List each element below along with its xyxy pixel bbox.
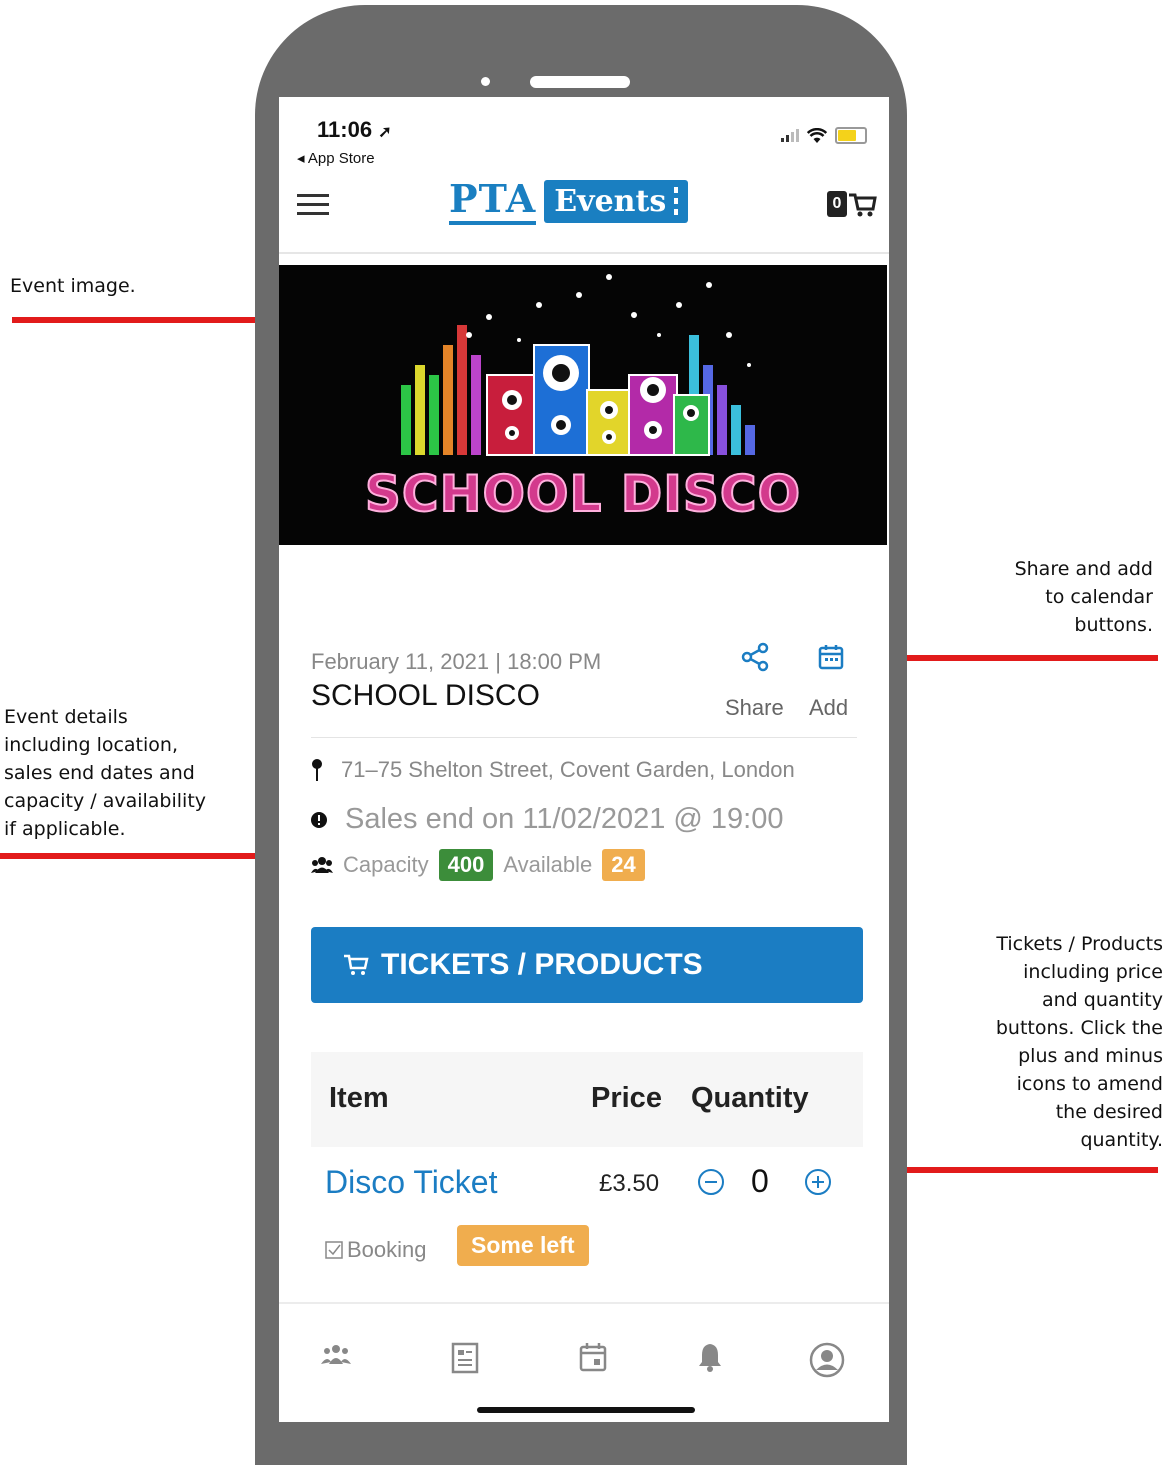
annotation-line: if applicable. [4,818,126,840]
bell-icon[interactable] [697,1342,723,1372]
availability-badge: Some left [457,1225,589,1266]
annotation-line: sales end dates and [4,762,195,784]
annotation-line: icons to amend [1016,1073,1163,1095]
speaker-bar [530,76,630,88]
annotation-line: capacity / availability [4,790,207,812]
annotation-line: the desired [1055,1101,1163,1123]
quantity-value: 0 [751,1163,769,1199]
map-pin-icon [312,759,322,781]
back-triangle-icon: ◂ [297,150,305,167]
event-date: February 11, 2021 | 18:00 PM [311,649,602,674]
event-image-title: SCHOOL DISCO [364,464,802,524]
app-logo: PTA Events [449,177,689,225]
capacity-badge: 400 [438,849,494,881]
annotation-line: Event details [4,706,128,728]
annotation-line: plus and minus [1018,1045,1163,1067]
logo-pta-text: PTA [449,177,537,225]
annotation-line: Tickets / Products [996,933,1163,955]
column-header-price: Price [591,1082,662,1114]
annotation-line: to calendar [1045,586,1153,608]
document-icon[interactable] [451,1342,479,1374]
signal-icon [781,129,799,142]
event-location: 71–75 Shelton Street, Covent Garden, Lon… [311,757,795,783]
logo-events-ticket: Events [544,179,689,223]
cart-icon [344,954,369,975]
location-text: 71–75 Shelton Street, Covent Garden, Lon… [341,757,795,782]
column-header-item: Item [329,1082,389,1114]
annotation-line: including price [1023,961,1163,983]
header-divider [279,252,889,254]
wifi-icon [807,127,827,143]
status-time-text: 11:06 [317,117,373,142]
ticket-perforation [674,187,679,215]
available-badge: 24 [602,849,645,881]
arrow-tickets [866,1157,1158,1183]
annotation-event-image: Event image. [10,275,136,297]
annotation-line: buttons. Click the [995,1017,1163,1039]
sales-end-text: Sales end on 11/02/2021 @ 19:00 [345,803,784,835]
tickets-products-label: TICKETS / PRODUCTS [381,948,703,981]
cart-count-badge: 0 [827,191,847,217]
details-divider [311,737,857,738]
share-button-label[interactable]: Share [725,695,784,721]
tickets-table-header: Item Price Quantity [311,1052,863,1147]
booking-status: Booking [325,1237,427,1263]
users-icon [311,857,333,873]
cart-button[interactable]: 0 [827,189,877,219]
annotation-line: buttons. [1074,614,1153,636]
location-arrow-icon: ➚ [378,124,392,141]
arrow-event-details [0,843,294,869]
ticket-name-link[interactable]: Disco Ticket [325,1164,497,1201]
cart-icon [849,193,877,217]
plus-circle-icon[interactable] [803,1167,833,1197]
column-header-quantity: Quantity [691,1082,809,1114]
annotation-tickets: Tickets / Products including price and q… [930,930,1163,1154]
camera-dot [481,77,490,86]
community-icon[interactable] [321,1342,351,1366]
share-icon[interactable] [741,642,771,672]
add-button-label[interactable]: Add [809,695,848,721]
back-label: App Store [307,150,375,167]
ticket-price: £3.50 [599,1170,660,1197]
capacity-row: Capacity 400 Available 24 [311,849,645,881]
minus-circle-icon[interactable] [696,1167,726,1197]
event-image[interactable]: SCHOOL DISCO [279,265,887,545]
sales-end: Sales end on 11/02/2021 @ 19:00 [311,803,783,836]
annotation-line: and quantity [1042,989,1163,1011]
calendar-icon[interactable] [579,1342,607,1372]
alert-icon [311,811,327,828]
back-to-app-store[interactable]: ◂ App Store [297,149,375,167]
tickets-products-button[interactable]: TICKETS / PRODUCTS [311,927,863,1003]
add-to-calendar-icon[interactable] [817,643,845,671]
annotation-share-add: Share and add to calendar buttons. [940,555,1153,639]
arrow-share-add [870,645,1158,671]
annotation-line: quantity. [1080,1129,1163,1151]
checkbox-icon [325,1241,343,1259]
hamburger-menu-icon[interactable] [297,194,329,216]
logo-events-text: Events [554,183,667,219]
phone-frame: 11:06 ➚ ◂ App Store PTA Events 0 SCHOOL … [255,5,907,1465]
status-time: 11:06 ➚ [317,117,392,143]
annotation-line: Share and add [1014,558,1153,580]
tab-bar-divider [279,1302,889,1304]
booking-label: Booking [347,1237,427,1262]
available-label: Available [503,852,593,877]
status-icons [781,127,867,144]
annotation-line: including location, [4,734,178,756]
event-title: SCHOOL DISCO [311,679,540,712]
home-indicator [477,1407,695,1413]
battery-icon [835,127,867,144]
profile-icon[interactable] [809,1342,845,1378]
capacity-label: Capacity [343,852,429,877]
app-screen: 11:06 ➚ ◂ App Store PTA Events 0 SCHOOL … [279,97,889,1422]
annotation-event-details: Event details including location, sales … [4,703,206,843]
